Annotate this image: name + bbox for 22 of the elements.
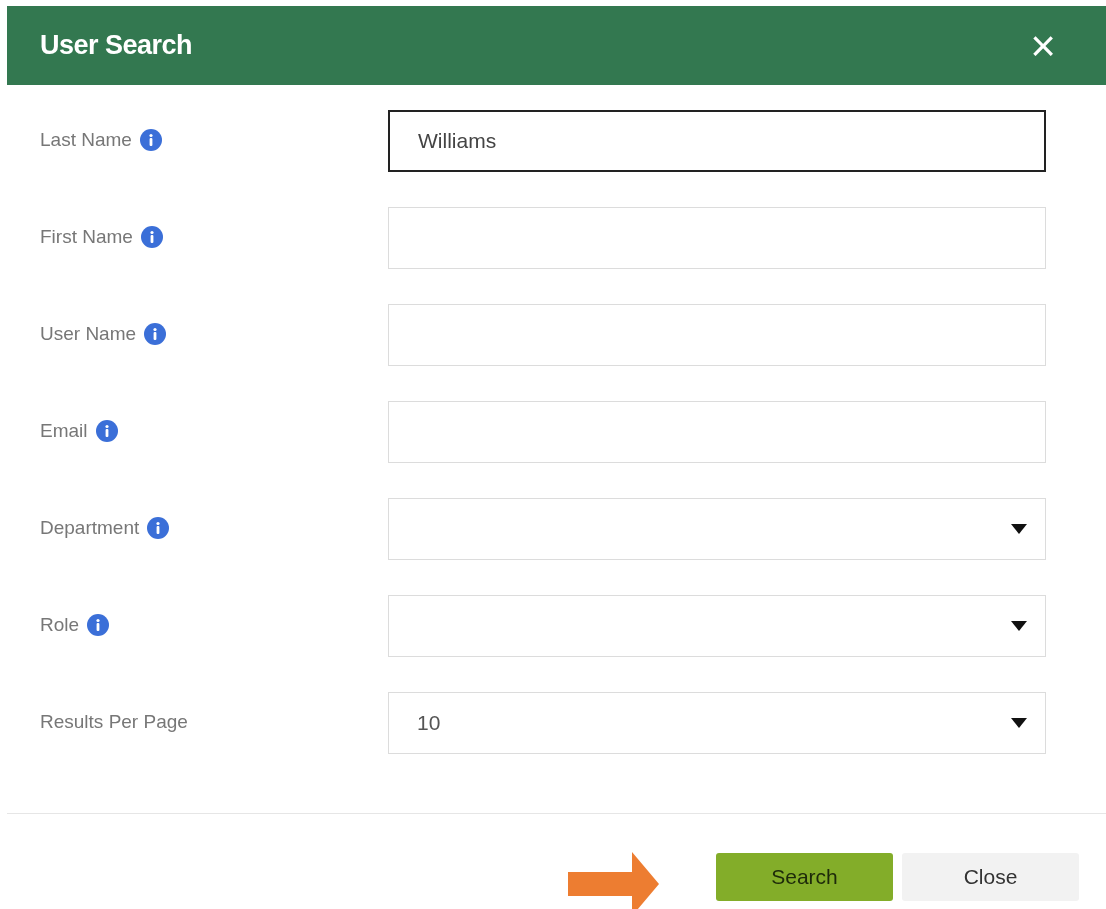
field-label: First Name (40, 224, 133, 249)
dropdown-field[interactable] (388, 595, 1046, 657)
close-button[interactable]: Close (902, 852, 1079, 901)
text-field[interactable] (388, 401, 1046, 463)
dropdown-field[interactable] (388, 498, 1046, 560)
caret-icon (1011, 621, 1027, 631)
dropdown-value: 10 (417, 710, 441, 737)
caret-icon (1011, 524, 1027, 534)
arrow-icon (568, 852, 659, 909)
field-label: Email (40, 418, 88, 443)
field-label: User Name (40, 321, 137, 346)
text-field[interactable] (388, 304, 1046, 366)
field-label: Results Per Page (40, 709, 188, 734)
text-field[interactable] (388, 207, 1046, 269)
caret-icon (1011, 718, 1027, 728)
field-label: Role (40, 612, 80, 637)
field-label: Department (40, 515, 140, 540)
search-button[interactable]: Search (716, 852, 893, 901)
text-field[interactable]: Williams (388, 110, 1046, 172)
field-label: Last Name (40, 127, 132, 152)
dropdown-field[interactable]: 10 (388, 692, 1046, 754)
dialog-title: User Search (40, 29, 193, 63)
